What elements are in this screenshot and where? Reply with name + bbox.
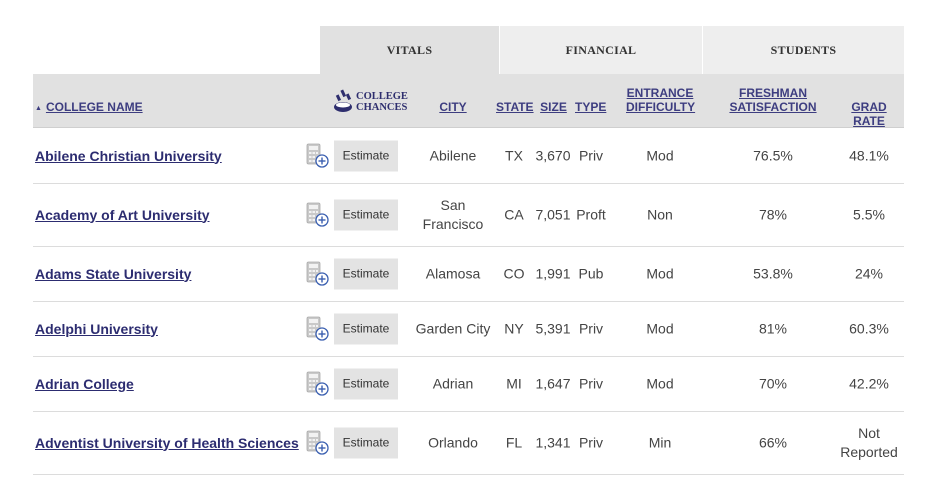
state-cell: CA bbox=[504, 206, 524, 222]
size-header[interactable]: SIZE bbox=[540, 100, 567, 114]
college-name-link[interactable]: Adrian College bbox=[35, 376, 134, 392]
difficulty-cell: Mod bbox=[646, 320, 674, 336]
add-calculator-icon[interactable] bbox=[306, 143, 330, 169]
grad-rate-cell: 48.1% bbox=[834, 146, 904, 165]
satisfaction-cell: 78% bbox=[758, 206, 788, 222]
table-row: Adelphi University Estimate Garden City NY 5… bbox=[33, 301, 904, 357]
satisfaction-cell: 66% bbox=[758, 434, 788, 450]
table-row: Abilene Christian University Estimate Abil… bbox=[33, 128, 904, 184]
size-cell: 1,341 bbox=[535, 434, 571, 450]
table-row: Adventist University of Health Sciences E… bbox=[33, 411, 904, 475]
entrance-difficulty-line1: ENTRANCE bbox=[626, 86, 694, 100]
satisfaction-cell: 53.8% bbox=[753, 265, 793, 281]
freshman-satisfaction-header[interactable]: FRESHMAN SATISFACTION bbox=[729, 86, 817, 114]
grad-rate-cell-line1: 24% bbox=[854, 265, 884, 281]
size-cell: 1,991 bbox=[535, 265, 571, 281]
college-chances-line2: CHANCES bbox=[356, 102, 408, 113]
city-header[interactable]: CITY bbox=[436, 100, 470, 114]
college-name-link[interactable]: Adams State University bbox=[35, 266, 191, 282]
size-cell: 5,391 bbox=[535, 320, 571, 336]
college-chances-line1: COLLEGE bbox=[356, 91, 408, 102]
type-cell: Pub bbox=[578, 265, 604, 281]
add-calculator-icon[interactable] bbox=[306, 371, 330, 397]
table-row: Adams State University Estimate Alamosa CO 1… bbox=[33, 246, 904, 302]
type-cell: Priv bbox=[578, 147, 604, 163]
grad-rate-cell-line1: 5.5% bbox=[853, 206, 885, 222]
grad-rate-cell-line1: 60.3% bbox=[849, 320, 889, 336]
college-name-link[interactable]: Abilene Christian University bbox=[35, 148, 222, 164]
type-cell: Priv bbox=[578, 320, 604, 336]
table-row: Adrian College Estimate Adrian MI 1,647 Priv M… bbox=[33, 356, 904, 412]
grad-rate-cell-line1: 48.1% bbox=[849, 147, 889, 163]
size-cell: 1,647 bbox=[535, 375, 571, 391]
group-tab-financial[interactable]: FINANCIAL bbox=[500, 26, 702, 74]
college-chances-logo-icon bbox=[334, 89, 352, 112]
sort-ascending-icon: ▲ bbox=[35, 105, 42, 112]
difficulty-cell: Mod bbox=[646, 147, 674, 163]
difficulty-cell: Mod bbox=[646, 375, 674, 391]
type-cell: Priv bbox=[578, 375, 604, 391]
grad-rate-cell: 42.2% bbox=[834, 374, 904, 393]
group-tab-students[interactable]: STUDENTS bbox=[703, 26, 904, 74]
grad-rate-header[interactable]: GRAD RATE bbox=[834, 100, 904, 128]
size-cell: 7,051 bbox=[535, 206, 571, 222]
type-cell: Proft bbox=[576, 206, 606, 222]
state-cell: FL bbox=[505, 434, 523, 450]
entrance-difficulty-header[interactable]: ENTRANCE DIFFICULTY bbox=[626, 86, 696, 114]
size-cell: 3,670 bbox=[535, 147, 571, 163]
grad-rate-cell-line2: Reported bbox=[840, 443, 898, 460]
college-chances-header[interactable]: COLLEGE CHANCES bbox=[356, 91, 408, 113]
college-name-link[interactable]: Adventist University of Health Sciences bbox=[35, 435, 299, 451]
college-name-header[interactable]: ▲ COLLEGE NAME bbox=[35, 100, 143, 116]
satisfaction-cell: 76.5% bbox=[753, 147, 793, 163]
difficulty-cell: Non bbox=[647, 206, 673, 222]
state-cell: CO bbox=[503, 265, 525, 281]
grad-rate-cell: 24% bbox=[834, 264, 904, 283]
freshman-satisfaction-line2: SATISFACTION bbox=[729, 100, 817, 114]
grad-rate-cell-line1: 42.2% bbox=[849, 375, 889, 391]
satisfaction-cell: 81% bbox=[758, 320, 788, 336]
grad-rate-cell: 5.5% bbox=[834, 205, 904, 224]
add-calculator-icon[interactable] bbox=[306, 316, 330, 342]
add-calculator-icon[interactable] bbox=[306, 202, 330, 228]
difficulty-cell: Mod bbox=[646, 265, 674, 281]
state-cell: TX bbox=[505, 147, 523, 163]
college-name-link[interactable]: Adelphi University bbox=[35, 321, 158, 337]
add-calculator-icon[interactable] bbox=[306, 261, 330, 287]
entrance-difficulty-line2: DIFFICULTY bbox=[626, 100, 696, 114]
state-cell: MI bbox=[506, 375, 522, 391]
grad-rate-cell-line1: Not bbox=[858, 424, 880, 441]
table-row: Academy of Art University Estimate San Fran… bbox=[33, 183, 904, 247]
college-name-header-label: COLLEGE NAME bbox=[45, 100, 143, 114]
type-cell: Priv bbox=[578, 434, 604, 450]
grad-rate-cell: 60.3% bbox=[834, 319, 904, 338]
state-cell: NY bbox=[504, 320, 524, 336]
college-name-link[interactable]: Academy of Art University bbox=[35, 207, 210, 223]
freshman-satisfaction-line1: FRESHMAN bbox=[739, 86, 807, 100]
satisfaction-cell: 70% bbox=[758, 375, 788, 391]
grad-rate-cell: Not Reported bbox=[834, 424, 904, 462]
type-header[interactable]: TYPE bbox=[575, 100, 606, 114]
add-calculator-icon[interactable] bbox=[306, 430, 330, 456]
state-header[interactable]: STATE bbox=[496, 100, 534, 114]
difficulty-cell: Min bbox=[648, 434, 672, 450]
group-tab-vitals[interactable]: VITALS bbox=[320, 26, 499, 74]
